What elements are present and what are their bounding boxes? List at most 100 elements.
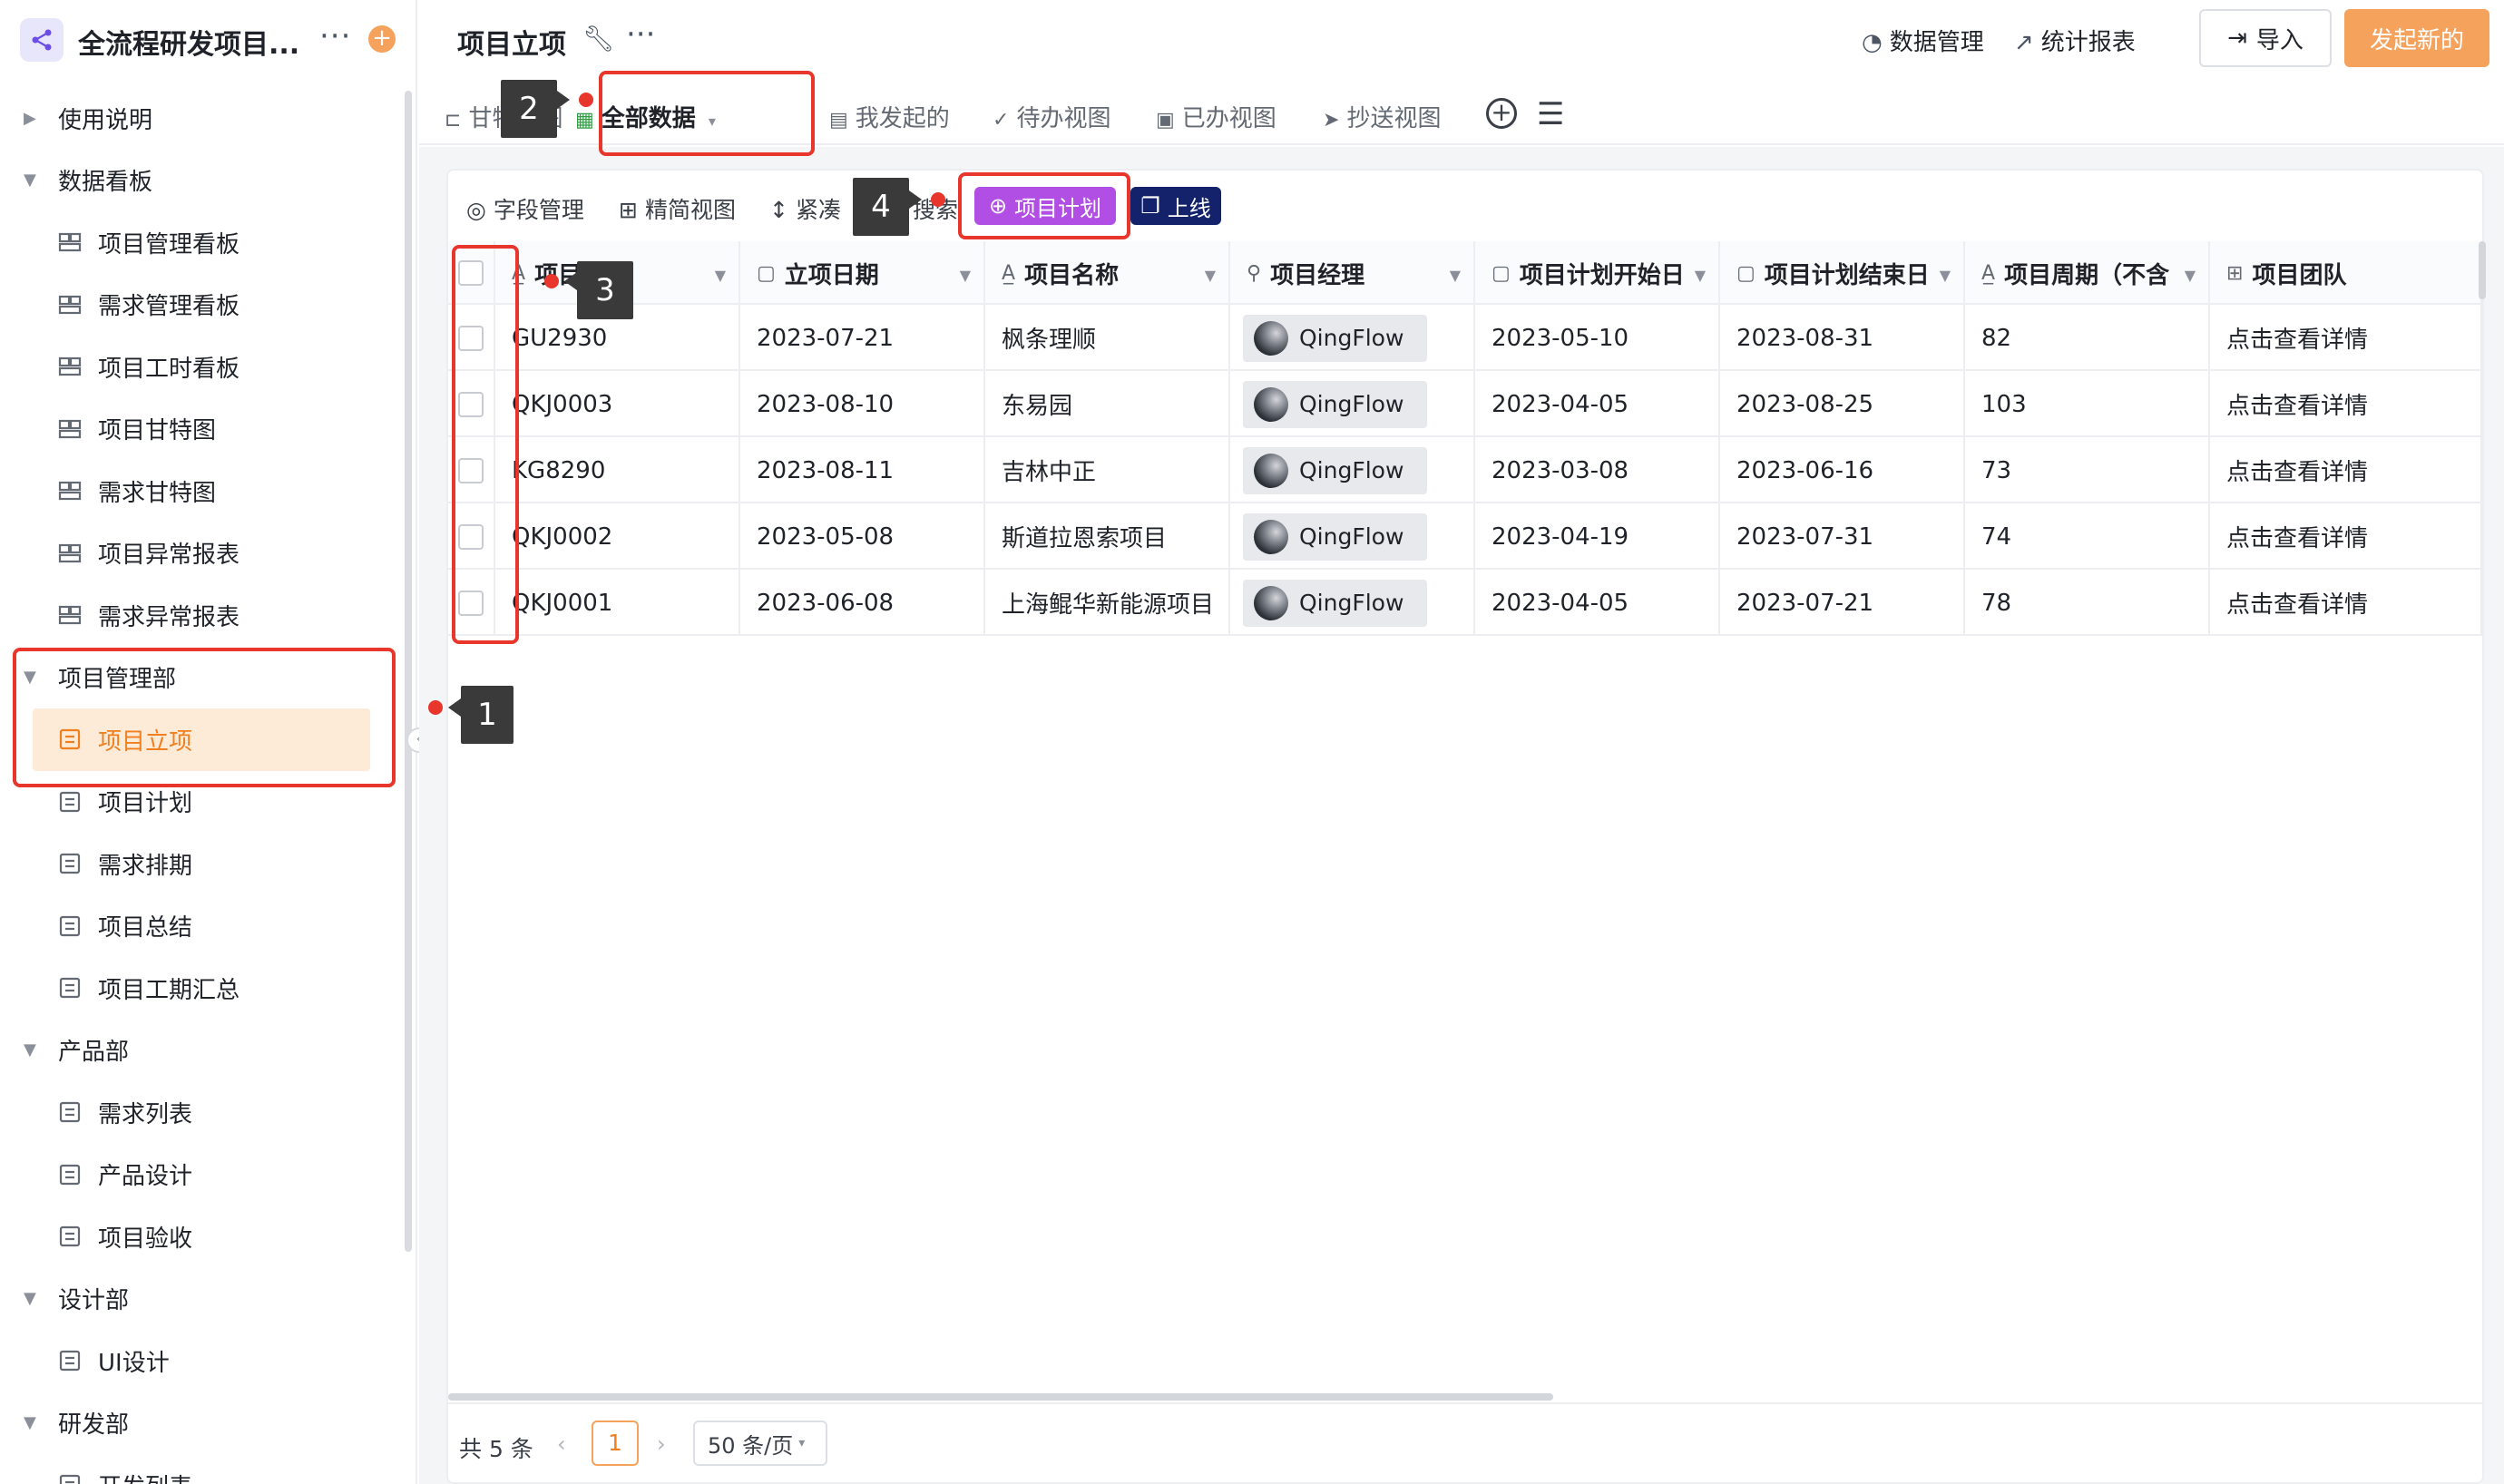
sidebar-item[interactable]: 项目甘特图: [0, 398, 408, 461]
table-cell[interactable]: 78: [1965, 570, 2210, 636]
table-cell[interactable]: 2023-08-11: [740, 437, 985, 503]
create-new-button[interactable]: 发起新的: [2344, 9, 2489, 67]
sidebar-item[interactable]: 需求管理看板: [0, 274, 408, 337]
page-size-select[interactable]: 50 条/页 ▾: [693, 1421, 827, 1466]
table-cell[interactable]: QingFlow: [1230, 305, 1475, 371]
table-cell[interactable]: 点击查看详情: [2210, 503, 2482, 570]
table-cell[interactable]: 2023-07-21: [740, 305, 985, 371]
sidebar-group[interactable]: ▼ 设计部: [0, 1268, 408, 1331]
view-list-icon[interactable]: ☰: [1537, 96, 1564, 132]
share-icon[interactable]: [20, 18, 64, 62]
table-cell[interactable]: 枫条理顺: [985, 305, 1230, 371]
column-header[interactable]: ▢ 项目计划结束日 ▼: [1720, 241, 1965, 305]
table-cell[interactable]: 2023-05-08: [740, 503, 985, 570]
sidebar-item[interactable]: 项目总结: [0, 895, 408, 958]
table-cell[interactable]: 斯道拉恩索项目: [985, 503, 1230, 570]
sidebar-item[interactable]: 需求列表: [0, 1081, 408, 1144]
column-header[interactable]: A̲ 项目名称 ▼: [985, 241, 1230, 305]
sidebar-group[interactable]: ▼ 数据看板: [0, 150, 408, 212]
tab-view[interactable]: ▣ 已办视图: [1156, 100, 1276, 133]
sidebar-item[interactable]: 产品设计: [0, 1144, 408, 1206]
sidebar-item[interactable]: 需求甘特图: [0, 460, 408, 522]
go-live-button[interactable]: ❐ 上线: [1130, 187, 1221, 225]
table-cell[interactable]: 82: [1965, 305, 2210, 371]
sidebar-item[interactable]: 项目工期汇总: [0, 957, 408, 1020]
sidebar-item[interactable]: 需求异常报表: [0, 584, 408, 647]
table-cell[interactable]: 点击查看详情: [2210, 371, 2482, 437]
data-manage-link[interactable]: ◔ 数据管理: [1862, 24, 1984, 57]
column-header[interactable]: ▢ 项目计划开始日 ▼: [1475, 241, 1720, 305]
table-cell[interactable]: 上海鲲华新能源项目: [985, 570, 1230, 636]
sidebar-item[interactable]: UI设计: [0, 1330, 408, 1392]
table-cell[interactable]: 吉林中正: [985, 437, 1230, 503]
table-cell[interactable]: 73: [1965, 437, 2210, 503]
table-cell[interactable]: QingFlow: [1230, 570, 1475, 636]
more-icon[interactable]: ···: [319, 18, 351, 54]
column-header[interactable]: ⚲ 项目经理 ▼: [1230, 241, 1475, 305]
column-header[interactable]: ⊞ 项目团队: [2210, 241, 2482, 305]
caret-down-icon[interactable]: ▼: [1940, 267, 1951, 284]
caret-down-icon[interactable]: ▼: [715, 267, 726, 284]
table-cell[interactable]: 点击查看详情: [2210, 437, 2482, 503]
table-cell[interactable]: QKJ0003: [495, 371, 740, 437]
table-cell[interactable]: 2023-08-25: [1720, 371, 1965, 437]
tab-view[interactable]: ▤ 我发起的: [829, 100, 950, 133]
table-cell[interactable]: QKJ0002: [495, 503, 740, 570]
density-button[interactable]: ↕ 紧凑: [769, 192, 841, 225]
table-cell[interactable]: 2023-05-10: [1475, 305, 1720, 371]
column-header[interactable]: ▢ 立项日期 ▼: [740, 241, 985, 305]
table-cell[interactable]: QingFlow: [1230, 503, 1475, 570]
column-header[interactable]: A̲ 项目周期（不含 ▼: [1965, 241, 2210, 305]
user-chip[interactable]: QingFlow: [1243, 579, 1428, 627]
table-cell[interactable]: 74: [1965, 503, 2210, 570]
current-page-button[interactable]: 1: [592, 1421, 639, 1466]
tab-view[interactable]: ➤ 抄送视图: [1323, 100, 1441, 133]
table-cell[interactable]: KG8290: [495, 437, 740, 503]
import-button[interactable]: ⇥ 导入: [2199, 9, 2332, 67]
table-cell[interactable]: 2023-03-08: [1475, 437, 1720, 503]
sidebar-group[interactable]: ▼ 研发部: [0, 1392, 408, 1455]
caret-right-icon[interactable]: ▶: [24, 109, 36, 128]
wrench-icon[interactable]: 🔧︎: [582, 24, 615, 54]
caret-down-icon[interactable]: ▼: [1450, 267, 1461, 284]
caret-down-icon[interactable]: ▼: [2185, 267, 2196, 284]
sidebar-item[interactable]: 开发列表: [0, 1454, 408, 1484]
table-cell[interactable]: 103: [1965, 371, 2210, 437]
reports-link[interactable]: ↗ 统计报表: [2014, 24, 2136, 57]
table-row[interactable]: KG8290 2023-08-11 吉林中正 QingFlow 2023-03-08 20…: [448, 437, 2482, 503]
caret-down-icon[interactable]: ▼: [960, 267, 971, 284]
caret-down-icon[interactable]: ▼: [24, 1040, 36, 1059]
caret-down-icon[interactable]: ▼: [1695, 267, 1706, 284]
table-cell[interactable]: 2023-06-08: [740, 570, 985, 636]
field-manage-button[interactable]: ◎ 字段管理: [466, 192, 584, 225]
table-cell[interactable]: 2023-08-10: [740, 371, 985, 437]
sidebar-item[interactable]: 项目验收: [0, 1206, 408, 1268]
add-icon[interactable]: +: [368, 25, 396, 53]
user-chip[interactable]: QingFlow: [1243, 513, 1428, 561]
table-cell[interactable]: QingFlow: [1230, 437, 1475, 503]
table-cell[interactable]: QingFlow: [1230, 371, 1475, 437]
sidebar-item[interactable]: 项目异常报表: [0, 522, 408, 585]
user-chip[interactable]: QingFlow: [1243, 380, 1428, 428]
table-cell[interactable]: QKJ0001: [495, 570, 740, 636]
compact-view-button[interactable]: ⊞ 精简视图: [619, 192, 736, 225]
caret-down-icon[interactable]: ▼: [24, 1413, 36, 1432]
sidebar-item[interactable]: ▶ 使用说明: [0, 87, 408, 150]
vertical-scrollbar[interactable]: [2479, 241, 2486, 299]
sidebar-group[interactable]: ▼ 产品部: [0, 1020, 408, 1082]
table-row[interactable]: QKJ0002 2023-05-08 斯道拉恩索项目 QingFlow 2023-04-…: [448, 503, 2482, 570]
sidebar-item[interactable]: 项目工时看板: [0, 336, 408, 398]
horizontal-scrollbar[interactable]: [448, 1393, 1553, 1401]
add-view-icon[interactable]: +: [1486, 98, 1517, 129]
table-cell[interactable]: 2023-04-19: [1475, 503, 1720, 570]
caret-down-icon[interactable]: ▼: [1205, 267, 1216, 284]
sidebar-item[interactable]: 项目管理看板: [0, 211, 408, 274]
table-cell[interactable]: 2023-07-31: [1720, 503, 1965, 570]
table-cell[interactable]: 2023-04-05: [1475, 371, 1720, 437]
table-cell[interactable]: 2023-06-16: [1720, 437, 1965, 503]
table-cell[interactable]: 点击查看详情: [2210, 305, 2482, 371]
tab-view[interactable]: ✓ 待办视图: [993, 100, 1110, 133]
more-icon[interactable]: ···: [626, 16, 655, 53]
table-cell[interactable]: 东易园: [985, 371, 1230, 437]
caret-down-icon[interactable]: ▼: [24, 1289, 36, 1308]
